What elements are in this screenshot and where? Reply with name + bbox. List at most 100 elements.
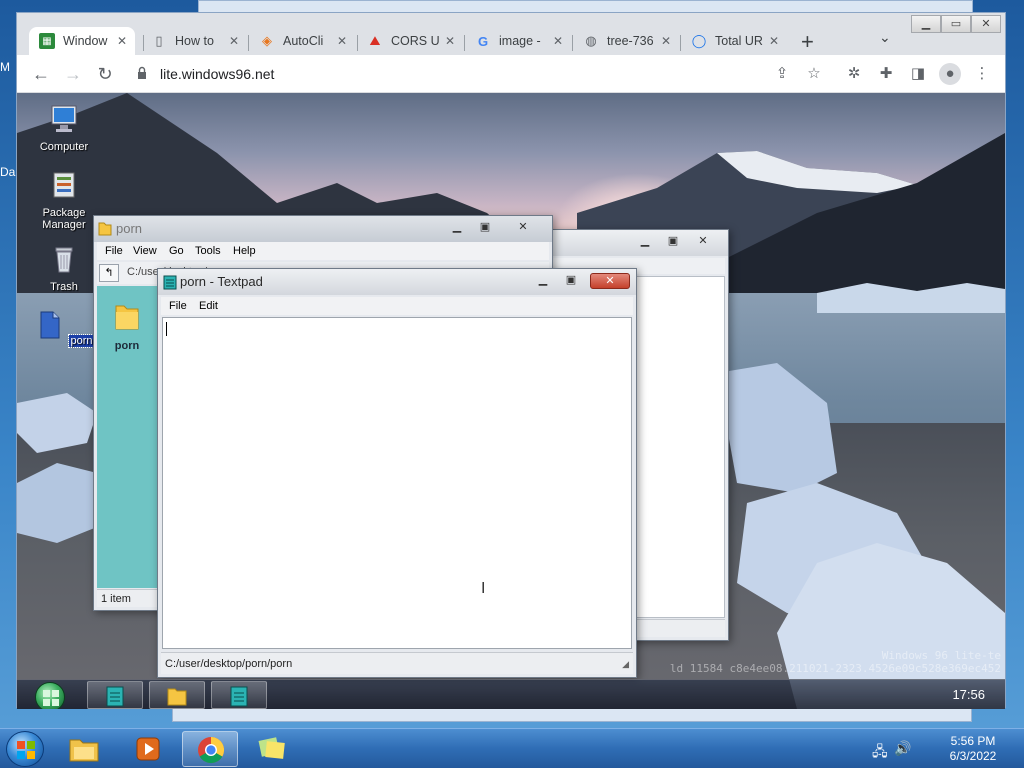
resize-grip-icon[interactable]: ◢ (622, 659, 629, 670)
menu-file[interactable]: File (105, 245, 123, 257)
close-icon[interactable]: ✕ (661, 34, 671, 48)
taskbar-task-textpad[interactable] (87, 681, 143, 709)
menu-bar: File View Go Tools Help (97, 242, 549, 260)
close-icon[interactable]: ✕ (229, 34, 239, 48)
media-player-icon (136, 737, 160, 761)
textpad-window[interactable]: porn - Textpad ▁ ▣ ✕ File Edit I C:/user… (157, 268, 637, 678)
menu-kebab-icon[interactable]: ⋮ (971, 63, 993, 85)
tab-how-to[interactable]: ▯ How to ✕ (141, 27, 247, 55)
new-tab-button[interactable]: + (801, 29, 814, 55)
menu-help[interactable]: Help (233, 245, 256, 257)
folder-icon (98, 222, 112, 236)
file-icon (40, 311, 60, 339)
desktop-icon-label: Package Manager (42, 207, 86, 231)
tab-windows96[interactable]: ▦ Window ✕ (29, 27, 135, 55)
extension-bug-icon[interactable]: ✲ (843, 63, 865, 85)
folder-label[interactable]: porn (97, 340, 157, 352)
win96-start-button[interactable] (35, 682, 65, 709)
bookmark-star-icon[interactable]: ☆ (803, 63, 825, 85)
desktop-icon-trash[interactable]: Trash (29, 243, 99, 293)
folder-icon (115, 305, 139, 330)
reload-icon[interactable]: ↻ (93, 62, 117, 86)
host-taskbar: 🖧 🔊 5:56 PM 6/3/2022 (0, 728, 1024, 768)
host-start-button[interactable] (6, 731, 44, 767)
window-title: porn (116, 221, 143, 236)
taskbar-sticky-notes[interactable] (244, 731, 300, 767)
tab-title: Total UR (715, 34, 763, 48)
menu-go[interactable]: Go (169, 245, 184, 257)
windows-logo-icon (17, 741, 35, 759)
lock-icon (138, 66, 146, 79)
tab-google-image[interactable]: G image - ✕ (465, 27, 571, 55)
taskbar-task-explorer[interactable] (149, 681, 205, 709)
close-icon[interactable]: ✕ (117, 34, 127, 48)
tab-cors[interactable]: ⛰ CORS U ✕ (357, 27, 463, 55)
minimize-button[interactable]: ▁ (532, 273, 554, 289)
taskbar-media-player[interactable] (120, 731, 176, 767)
close-button[interactable]: ✕ (971, 15, 1001, 33)
chrome-browser-window: ▦ Window ✕ ▯ How to ✕ ◈ AutoCli ✕ ⛰ CORS… (16, 12, 1006, 709)
share-icon[interactable]: ⇪ (771, 63, 793, 85)
browser-toolbar: ← → ↻ lite.windows96.net ⇪ ☆ ✲ ✚ ◨ ● ⋮ (17, 55, 1005, 93)
tab-search-icon[interactable]: ⌄ (879, 29, 891, 46)
menu-tools[interactable]: Tools (195, 245, 221, 257)
text-editor-area[interactable]: I (162, 317, 632, 649)
system-tray: 🖧 🔊 5:56 PM 6/3/2022 (854, 729, 1024, 768)
desktop-icon-computer[interactable]: Computer (29, 103, 99, 153)
minimize-button[interactable]: ▁ (911, 15, 941, 33)
close-icon[interactable]: ✕ (769, 34, 779, 48)
taskbar-task-textpad[interactable] (211, 681, 267, 709)
folder-icon (167, 688, 187, 706)
watermark-line: Windows 96 lite-te (881, 649, 1001, 662)
back-arrow-icon[interactable]: ← (29, 62, 53, 86)
profile-avatar-icon[interactable]: ● (939, 63, 961, 85)
url-text: lite.windows96.net (160, 66, 275, 82)
volume-icon[interactable]: 🔊 (894, 740, 911, 757)
menu-edit[interactable]: Edit (199, 300, 218, 312)
close-icon[interactable]: ✕ (337, 34, 347, 48)
taskbar-google-chrome[interactable] (182, 731, 238, 767)
win96-taskbar: 17:56 (17, 679, 1005, 709)
menu-file[interactable]: File (169, 300, 187, 312)
tab-title: Window (63, 34, 108, 48)
tab-title: AutoCli (283, 34, 324, 48)
host-desktop-label: M (0, 60, 10, 74)
forward-arrow-icon[interactable]: → (61, 62, 85, 86)
maximize-button[interactable]: ▣ (662, 234, 684, 250)
menu-view[interactable]: View (133, 245, 157, 257)
windows96-logo-icon (43, 690, 59, 706)
desktop-icon-package-manager[interactable]: Package Manager (29, 169, 99, 231)
maximize-button[interactable]: ▭ (941, 15, 971, 33)
close-button[interactable]: ✕ (512, 220, 534, 236)
desktop-icon-label: Computer (39, 141, 89, 153)
desktop-icon-porn[interactable]: porn (29, 309, 99, 348)
maximize-button[interactable]: ▣ (474, 220, 496, 236)
minimize-button[interactable]: ▁ (446, 220, 468, 236)
win96-clock: 17:56 (952, 687, 985, 702)
autoclicker-icon: ◈ (262, 33, 272, 48)
close-icon[interactable]: ✕ (553, 34, 563, 48)
close-button[interactable]: ✕ (590, 273, 630, 289)
address-bar[interactable]: lite.windows96.net (127, 60, 847, 88)
windows96-desktop[interactable]: Computer Package Manager Trash porn ▁ ▣ … (17, 93, 1005, 709)
taskbar-file-explorer[interactable] (56, 731, 112, 767)
tab-title: image - (499, 34, 541, 48)
desktop-icon-label: porn (67, 334, 96, 348)
extensions-puzzle-icon[interactable]: ✚ (875, 63, 897, 85)
text-cursor (166, 322, 167, 336)
menu-bar: File Edit (161, 297, 633, 315)
system-clock[interactable]: 5:56 PM 6/3/2022 (938, 734, 1008, 764)
tab-autoclicker[interactable]: ◈ AutoCli ✕ (249, 27, 355, 55)
close-button[interactable]: ✕ (692, 234, 714, 250)
windows96-icon: ▦ (39, 33, 55, 49)
minimize-button[interactable]: ▁ (634, 234, 656, 250)
close-icon[interactable]: ✕ (445, 34, 455, 48)
side-panel-icon[interactable]: ◨ (907, 63, 929, 85)
tab-total-url[interactable]: ◯ Total UR ✕ (681, 27, 787, 55)
network-icon[interactable]: 🖧 (872, 741, 888, 765)
up-folder-button[interactable]: ↰ (99, 264, 119, 282)
cors-icon: ⛰ (369, 33, 381, 48)
status-bar: C:/user/desktop/porn/porn ◢ (161, 652, 633, 674)
maximize-button[interactable]: ▣ (560, 273, 582, 289)
tab-tree[interactable]: ◍ tree-736 ✕ (573, 27, 679, 55)
